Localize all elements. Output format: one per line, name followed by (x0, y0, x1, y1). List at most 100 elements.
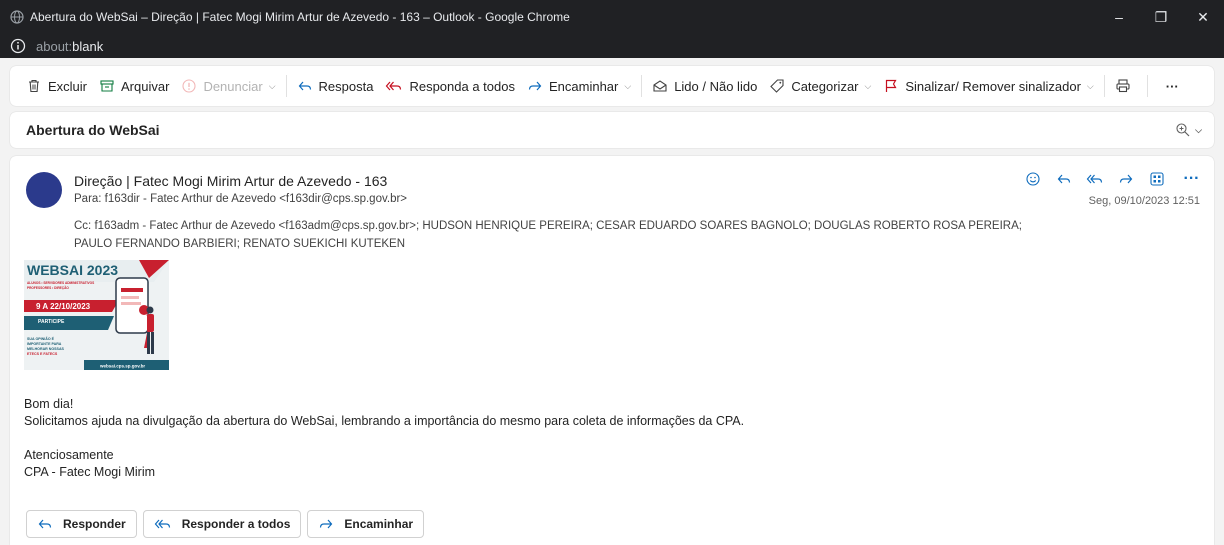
to-recipients[interactable]: Para: f163dir - Fatec Arthur de Azevedo … (74, 193, 407, 205)
envelope-open-icon (653, 80, 667, 92)
chevron-down-icon[interactable]: ⌵ (624, 81, 631, 92)
banner-subtitle: PROFESSORES • DIREÇÃO (27, 285, 69, 290)
more-actions-button[interactable]: ··· (1152, 71, 1193, 101)
banner-message: SUA OPINIÃO É (27, 336, 55, 341)
reply-action-button[interactable] (1052, 171, 1076, 187)
delete-label: Excluir (48, 78, 88, 94)
reply-icon (38, 519, 52, 529)
message-date: Seg, 09/10/2023 12:51 (1088, 195, 1200, 207)
body-line: Atenciosamente (24, 448, 114, 462)
banner-message: ETECS E FATECS (27, 352, 58, 356)
read-unread-label: Lido / Não lido (674, 78, 758, 94)
chevron-down-icon[interactable]: ⌵ (269, 81, 276, 92)
apps-button[interactable] (1145, 171, 1169, 187)
forward-icon (320, 519, 333, 529)
chevron-down-icon: ⌵ (1195, 124, 1202, 135)
banner-message: IMPORTANTE PARA (27, 342, 62, 346)
forward-icon (528, 81, 542, 91)
more-icon: ··· (1183, 170, 1200, 187)
reply-label: Resposta (318, 78, 374, 94)
sender-name[interactable]: Direção | Fatec Mogi Mirim Artur de Azev… (74, 173, 387, 189)
websai-banner-image[interactable]: WEBSAI 2023 ALUNOS • SERVIDORES ADMINIST… (24, 260, 169, 370)
archive-button[interactable]: Arquivar (93, 71, 175, 101)
command-toolbar: Excluir Arquivar Denunciar ⌵ Resposta Res… (10, 66, 1214, 106)
printer-icon (1116, 79, 1130, 93)
emoji-reaction-button[interactable] (1021, 171, 1045, 187)
info-icon[interactable] (10, 38, 26, 54)
print-button[interactable] (1109, 71, 1143, 101)
reply-toolbar-button[interactable]: Resposta (291, 71, 380, 101)
globe-icon (10, 10, 24, 24)
url-host: blank (72, 38, 104, 54)
restore-button[interactable]: ❐ (1140, 9, 1182, 26)
reply-button-label: Responder (63, 517, 126, 531)
body-line: CPA - Fatec Mogi Mirim (24, 465, 156, 479)
read-unread-button[interactable]: Lido / Não lido (646, 71, 763, 101)
apps-grid-icon (1150, 172, 1164, 186)
browser-title-bar: Abertura do WebSai – Direção | Fatec Mog… (0, 0, 1224, 34)
reply-all-button-label: Responder a todos (181, 517, 291, 531)
report-button[interactable]: Denunciar ⌵ (175, 71, 281, 101)
reply-all-icon (386, 81, 402, 91)
minimize-button[interactable]: – (1098, 9, 1140, 25)
trash-icon (29, 79, 39, 93)
body-line: Bom dia! (24, 397, 74, 411)
more-options-button[interactable]: ··· (1176, 170, 1200, 188)
report-label: Denunciar (203, 78, 263, 94)
forward-toolbar-button[interactable]: Encaminhar ⌵ (521, 71, 637, 101)
banner-graphic: WEBSAI 2023 ALUNOS • SERVIDORES ADMINIST… (24, 260, 169, 370)
window-title: Abertura do WebSai – Direção | Fatec Mog… (30, 10, 570, 24)
message-body: Bom dia! Solicitamos ajuda na divulgação… (24, 396, 744, 481)
url-prefix: about: (36, 38, 73, 54)
zoom-button[interactable]: ⌵ (1175, 122, 1202, 138)
divider (1103, 75, 1105, 97)
close-button[interactable]: ✕ (1182, 9, 1224, 26)
forward-button[interactable]: Encaminhar (307, 510, 425, 538)
message-actions: ··· (1014, 170, 1200, 188)
banner-title: WEBSAI 2023 (27, 262, 118, 278)
reply-all-button[interactable]: Responder a todos (142, 510, 302, 538)
subject-bar: Abertura do WebSai ⌵ (10, 112, 1214, 148)
flag-label: Sinalizar/ Remover sinalizador (905, 78, 1081, 94)
body-line: Solicitamos ajuda na divulgação da abert… (24, 414, 745, 428)
archive-label: Arquivar (121, 78, 170, 94)
avatar[interactable] (26, 172, 62, 208)
reply-all-label: Responda a todos (409, 78, 515, 94)
chevron-down-icon[interactable]: ⌵ (1087, 81, 1094, 92)
flag-icon (886, 79, 897, 92)
banner-message: MELHORAR NOSSAS (27, 347, 65, 351)
delete-button[interactable]: Excluir (20, 71, 93, 101)
reply-all-action-button[interactable] (1083, 171, 1107, 187)
tag-icon (770, 79, 784, 93)
reply-buttons-row: Responder Responder a todos Encaminhar (26, 510, 430, 538)
window-controls: – ❐ ✕ (1098, 0, 1224, 34)
reply-button[interactable]: Responder (26, 510, 137, 538)
categorize-button[interactable]: Categorizar ⌵ (763, 71, 877, 101)
cc-line: Cc: f163adm - Fatec Arthur de Azevedo <f… (74, 220, 1022, 232)
forward-action-button[interactable] (1114, 171, 1138, 187)
message-pane: Direção | Fatec Mogi Mirim Artur de Azev… (10, 156, 1214, 545)
reply-icon (298, 81, 311, 91)
reply-all-icon (1086, 174, 1103, 184)
banner-cta: PARTICIPE (38, 319, 65, 325)
divider (641, 75, 643, 97)
cc-line: PAULO FERNANDO BARBIERI; RENATO SUEKICHI… (74, 238, 406, 250)
more-icon: ··· (1165, 78, 1179, 94)
divider (1146, 75, 1148, 97)
flag-button[interactable]: Sinalizar/ Remover sinalizador ⌵ (877, 71, 1099, 101)
chevron-down-icon[interactable]: ⌵ (865, 81, 872, 92)
banner-url: websai.cps.sp.gov.br (99, 364, 145, 369)
banner-dates: 9 A 22/10/2023 (36, 302, 91, 311)
reply-all-toolbar-button[interactable]: Responda a todos (379, 71, 521, 101)
banner-subtitle: ALUNOS • SERVIDORES ADMINISTRATIVOS (27, 281, 94, 285)
categorize-label: Categorizar (791, 78, 859, 94)
forward-button-label: Encaminhar (344, 517, 414, 531)
archive-icon (100, 80, 114, 92)
body-line (24, 430, 744, 447)
cc-recipients[interactable]: Cc: f163adm - Fatec Arthur de Azevedo <f… (74, 217, 1114, 253)
forward-icon (1119, 174, 1133, 184)
reply-icon (1057, 174, 1071, 184)
address-bar[interactable]: about: blank (0, 34, 1224, 58)
smiley-icon (1026, 172, 1040, 186)
subject-title: Abertura do WebSai (26, 122, 160, 138)
